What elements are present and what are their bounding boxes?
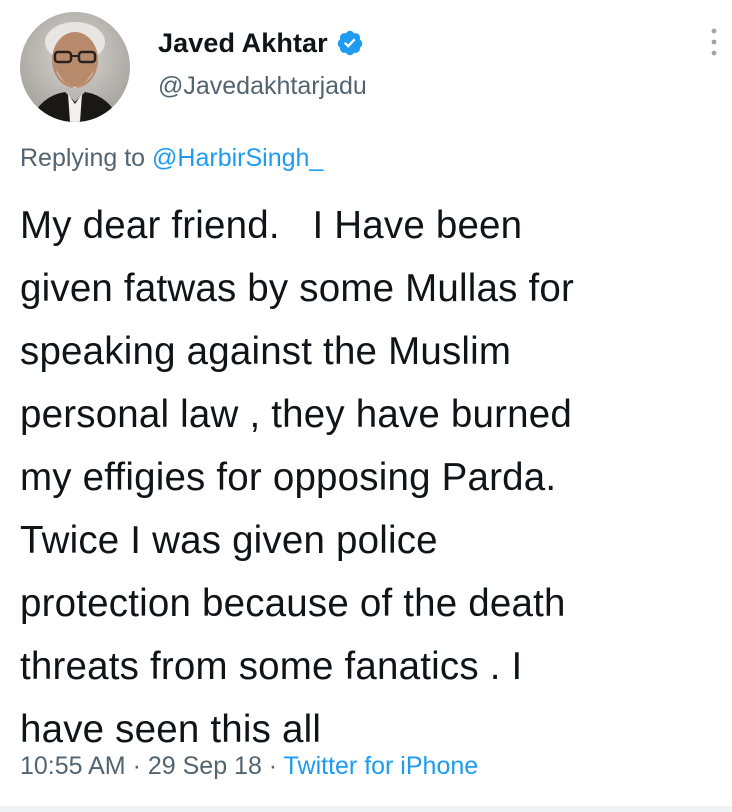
avatar[interactable] xyxy=(20,12,130,122)
profile-photo-icon xyxy=(20,12,130,122)
tweet-line: my effigies for opposing Parda. xyxy=(20,456,557,499)
author-name[interactable]: Javed Akhtar xyxy=(158,28,328,59)
tweet-line: protection because of the death xyxy=(20,582,566,625)
meta-separator: · xyxy=(261,752,284,780)
replying-to-line: Replying to @HarbirSingh_ xyxy=(20,144,323,173)
tweet-card: Javed Akhtar @Javedakhtarjadu Replying t… xyxy=(0,0,732,812)
tweet-date[interactable]: 29 Sep 18 xyxy=(148,752,262,780)
tweet-line: personal law , they have burned xyxy=(20,393,572,436)
tweet-line: threats from some fanatics . I xyxy=(20,645,523,688)
meta-separator: · xyxy=(125,752,148,780)
tweet-text: My dear friend. I Have been given fatwas … xyxy=(20,194,720,761)
author-handle[interactable]: @Javedakhtarjadu xyxy=(158,72,367,101)
verified-badge-icon xyxy=(337,30,363,56)
tweet-line: given fatwas by some Mullas for xyxy=(20,267,574,310)
tweet-line: speaking against the Muslim xyxy=(20,330,512,373)
tweet-meta: 10:55 AM · 29 Sep 18 · Twitter for iPhon… xyxy=(20,752,478,781)
tweet-line: Twice I was given police xyxy=(20,519,438,562)
reply-mention-link[interactable]: @HarbirSingh_ xyxy=(152,144,323,172)
tweet-line: My dear friend. I Have been xyxy=(20,204,523,247)
tweet-source-link[interactable]: Twitter for iPhone xyxy=(284,752,479,780)
replying-to-prefix: Replying to xyxy=(20,144,153,172)
divider xyxy=(0,806,732,812)
more-options-icon[interactable] xyxy=(710,26,718,58)
tweet-time[interactable]: 10:55 AM xyxy=(20,752,126,780)
